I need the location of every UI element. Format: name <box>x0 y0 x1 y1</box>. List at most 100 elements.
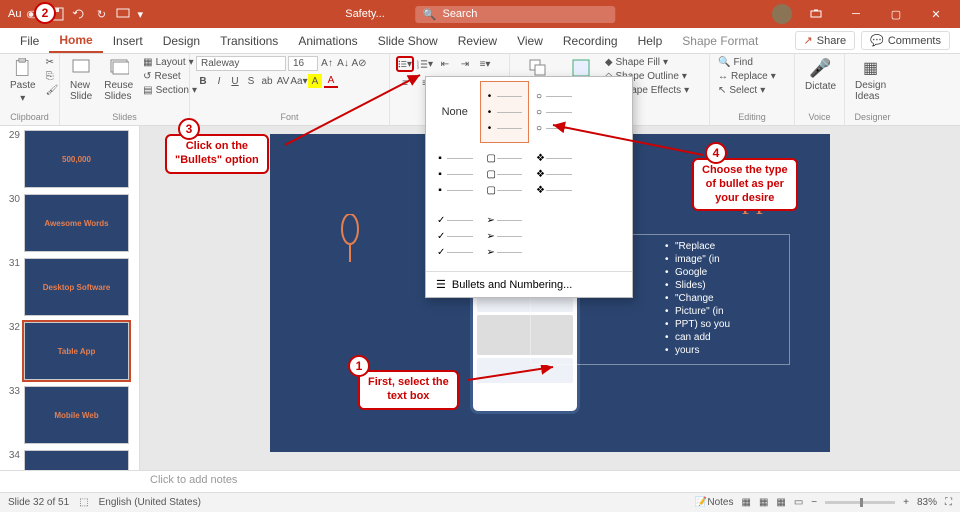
view-normal-button[interactable]: ▦ <box>741 497 750 508</box>
bullet-option-square[interactable]: ▪ ▪ ▪ <box>430 143 480 205</box>
bullet-option-hollow-square[interactable]: ▢ ▢ ▢ <box>480 143 530 205</box>
bullet-option-disc[interactable]: • • • <box>480 81 530 143</box>
paste-button[interactable]: Paste▾ <box>6 56 40 106</box>
notes-placeholder: Click to add notes <box>150 474 237 486</box>
tab-animations[interactable]: Animations <box>288 30 367 52</box>
comments-button[interactable]: 💬Comments <box>861 31 950 50</box>
decrease-font-button[interactable]: A↓ <box>336 57 350 71</box>
zoom-out-button[interactable]: − <box>811 497 817 508</box>
tab-view[interactable]: View <box>507 30 553 52</box>
italic-button[interactable]: I <box>212 74 226 88</box>
bullet-option-star[interactable]: ❖ ❖ ❖ <box>529 143 579 205</box>
select-icon: ↖ <box>718 85 726 96</box>
clear-formatting-button[interactable]: A⊘ <box>352 57 366 71</box>
select-button[interactable]: ↖Select▾ <box>716 84 778 97</box>
cut-button[interactable]: ✂ <box>44 56 61 69</box>
tab-help[interactable]: Help <box>628 30 673 52</box>
search-box[interactable]: 🔍 Search <box>415 6 615 23</box>
strike-button[interactable]: S <box>244 74 258 88</box>
thumbnail-30[interactable]: 30Awesome Words <box>4 194 135 252</box>
zoom-slider[interactable] <box>825 501 895 504</box>
tab-shape-format[interactable]: Shape Format <box>672 30 768 52</box>
bullets-and-numbering-link[interactable]: ☰ Bullets and Numbering... <box>426 271 632 297</box>
fill-icon: ◆ <box>605 57 613 68</box>
tab-home[interactable]: Home <box>49 29 102 53</box>
bullets-dropdown: None • • • ○ ○ ○ ▪ ▪ ▪ ▢ ▢ ▢ ❖ ❖ ❖ ✓ <box>425 76 633 298</box>
view-reading-button[interactable]: ▦ <box>776 497 785 508</box>
callout-num-2: 2 <box>34 2 56 24</box>
notes-area[interactable]: Click to add notes <box>0 470 960 492</box>
language-indicator[interactable]: English (United States) <box>99 497 201 508</box>
thumbnail-32[interactable]: 32Table App <box>4 322 135 380</box>
thumbnail-33[interactable]: 33Mobile Web <box>4 386 135 444</box>
maximize-icon[interactable]: ▢ <box>880 0 912 28</box>
tab-slideshow[interactable]: Slide Show <box>368 30 448 52</box>
bold-button[interactable]: B <box>196 74 210 88</box>
zoom-in-button[interactable]: + <box>903 497 909 508</box>
callout-4: Choose the type of bullet as per your de… <box>692 158 798 211</box>
close-icon[interactable]: ✕ <box>920 0 952 28</box>
numbering-button[interactable]: 123▾ <box>416 56 434 72</box>
thumbnail-34[interactable]: 34 <box>4 450 135 470</box>
reuse-slides-button[interactable]: Reuse Slides <box>100 56 137 104</box>
ribbon-options-icon[interactable] <box>800 0 832 28</box>
find-icon: 🔍 <box>718 57 730 68</box>
user-avatar[interactable] <box>772 4 792 24</box>
slide-counter[interactable]: Slide 32 of 51 <box>8 497 69 508</box>
format-painter-button[interactable]: 🖌 <box>44 84 61 97</box>
thumbnail-panel[interactable]: 29500,000 30Awesome Words 31Desktop Softwa… <box>0 126 140 470</box>
change-case-button[interactable]: Aa▾ <box>292 74 306 88</box>
tab-transitions[interactable]: Transitions <box>210 30 288 52</box>
view-sorter-button[interactable]: ▦ <box>759 497 768 508</box>
bullet-option-check[interactable]: ✓ ✓ ✓ <box>430 205 480 267</box>
accessibility-icon[interactable]: ⬚ <box>79 497 88 508</box>
align-left-button[interactable]: ≡ <box>396 75 414 91</box>
underline-button[interactable]: U <box>228 74 242 88</box>
increase-indent-button[interactable]: ⇥ <box>456 56 474 72</box>
bullets-button[interactable]: ▾ <box>396 56 414 72</box>
redo-icon[interactable]: ↻ <box>93 6 109 22</box>
tab-design[interactable]: Design <box>153 30 210 52</box>
font-family-select[interactable]: Raleway <box>196 56 286 71</box>
tab-insert[interactable]: Insert <box>103 30 153 52</box>
line-spacing-button[interactable]: ≡▾ <box>476 56 494 72</box>
document-title[interactable]: Safety... <box>345 8 385 20</box>
search-placeholder: Search <box>442 8 477 20</box>
font-size-select[interactable]: 16 <box>288 56 318 71</box>
shadow-button[interactable]: ab <box>260 74 274 88</box>
dictate-button[interactable]: 🎤 Dictate <box>801 56 840 94</box>
callout-num-4: 4 <box>705 142 727 164</box>
fit-to-window-button[interactable]: ⛶ <box>945 497 952 508</box>
share-button[interactable]: ↗Share <box>795 31 856 50</box>
font-color-button[interactable]: A <box>324 74 338 88</box>
minimize-icon[interactable]: ─ <box>840 0 872 28</box>
char-spacing-button[interactable]: AV <box>276 74 290 88</box>
undo-icon[interactable] <box>71 6 87 22</box>
view-slideshow-button[interactable]: ▭ <box>794 497 803 508</box>
shape-fill-button[interactable]: ◆Shape Fill▾ <box>603 56 691 69</box>
design-ideas-button[interactable]: ▦ Design Ideas <box>851 56 890 104</box>
tab-file[interactable]: File <box>10 30 49 52</box>
bullet-option-circle[interactable]: ○ ○ ○ <box>529 81 579 143</box>
copy-button[interactable]: ⎘ <box>44 70 61 83</box>
increase-font-button[interactable]: A↑ <box>320 57 334 71</box>
bullet-option-none[interactable]: None <box>430 81 480 143</box>
find-button[interactable]: 🔍Find <box>716 56 778 69</box>
decrease-indent-button[interactable]: ⇤ <box>436 56 454 72</box>
thumbnail-29[interactable]: 29500,000 <box>4 130 135 188</box>
tab-review[interactable]: Review <box>448 30 507 52</box>
replace-button[interactable]: ↔Replace▾ <box>716 70 778 83</box>
layout-icon: ▦ <box>143 57 152 68</box>
title-bar: Au ↻ ▾ Safety... 🔍 Search ─ ▢ ✕ <box>0 0 960 28</box>
thumbnail-31[interactable]: 31Desktop Software <box>4 258 135 316</box>
font-group-label: Font <box>196 112 383 123</box>
overflow-icon[interactable]: ▾ <box>137 8 143 21</box>
notes-toggle[interactable]: 📝Notes <box>695 497 734 508</box>
tab-recording[interactable]: Recording <box>553 30 628 52</box>
highlight-button[interactable]: A <box>308 74 322 88</box>
copy-icon: ⎘ <box>46 71 54 82</box>
zoom-level[interactable]: 83% <box>917 497 937 508</box>
bullet-option-arrow[interactable]: ➢ ➢ ➢ <box>480 205 530 267</box>
new-slide-button[interactable]: New Slide <box>66 56 96 104</box>
present-icon[interactable] <box>115 6 131 22</box>
